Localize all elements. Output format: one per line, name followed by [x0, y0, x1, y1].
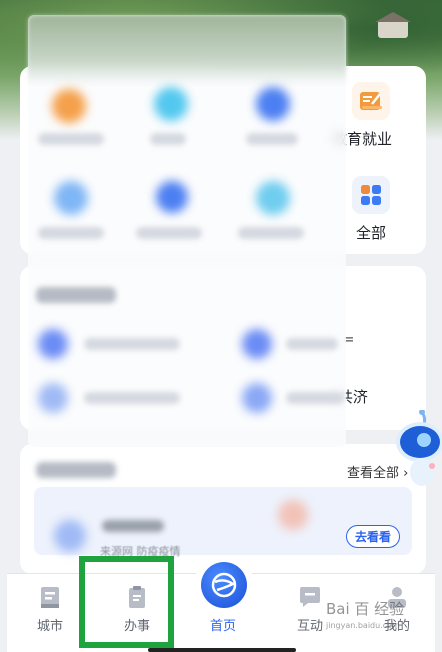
blurred-icon	[52, 89, 86, 123]
blurred-icon	[156, 181, 188, 213]
app-screen: 教育就业 全部 = z共济 查看全部 › 去看看 来源网 防疫疫情 城市 办事 …	[0, 0, 442, 652]
house-image	[375, 12, 411, 38]
home-indicator	[148, 648, 296, 652]
blurred-text	[84, 392, 180, 404]
blurred-heading	[36, 287, 116, 303]
blurred-text	[150, 133, 186, 145]
watermark-text: Bai 百 经验	[326, 600, 405, 618]
home-globe-icon	[211, 572, 237, 598]
blurred-text	[238, 227, 304, 239]
blurred-icon	[38, 383, 68, 413]
all-services[interactable]	[352, 176, 390, 214]
blurred-icon	[242, 383, 272, 413]
nav-label: 互动	[296, 619, 323, 634]
blurred-icon	[154, 87, 188, 121]
blurred-text	[246, 133, 298, 145]
watermark: Bai 百 经验 jingyan.baidu.com	[326, 598, 404, 630]
blurred-image	[278, 500, 308, 530]
blurred-icon	[54, 181, 88, 215]
city-icon	[41, 587, 59, 608]
edu-briefcase-icon	[360, 92, 382, 110]
all-label[interactable]: 全部	[356, 222, 386, 243]
blurred-text	[84, 338, 180, 350]
education-service[interactable]	[352, 82, 390, 120]
blurred-text	[38, 133, 104, 145]
highlight-box	[79, 556, 174, 648]
blurred-header	[28, 15, 346, 85]
blurred-icon	[256, 181, 290, 215]
blurred-icon	[54, 520, 86, 552]
blurred-text	[102, 520, 164, 532]
chat-icon	[300, 587, 320, 607]
nav-label: 城市	[36, 619, 63, 634]
blurred-icon	[38, 329, 68, 359]
watermark-url: jingyan.baidu.com	[326, 621, 400, 630]
blur-overlay	[28, 15, 346, 447]
blurred-heading	[36, 462, 116, 478]
blurred-text	[286, 392, 344, 404]
blurred-text	[38, 227, 104, 239]
go-see-button[interactable]: 去看看	[346, 525, 400, 548]
blurred-text	[286, 338, 338, 350]
nav-city[interactable]: 城市	[15, 574, 85, 652]
home-button[interactable]	[201, 562, 247, 608]
blurred-icon	[256, 87, 290, 121]
blurred-icon	[242, 329, 272, 359]
nav-label: 首页	[209, 619, 236, 634]
grid-all-icon	[361, 185, 381, 205]
blurred-text	[136, 227, 202, 239]
robot-mascot-icon[interactable]	[392, 410, 442, 490]
